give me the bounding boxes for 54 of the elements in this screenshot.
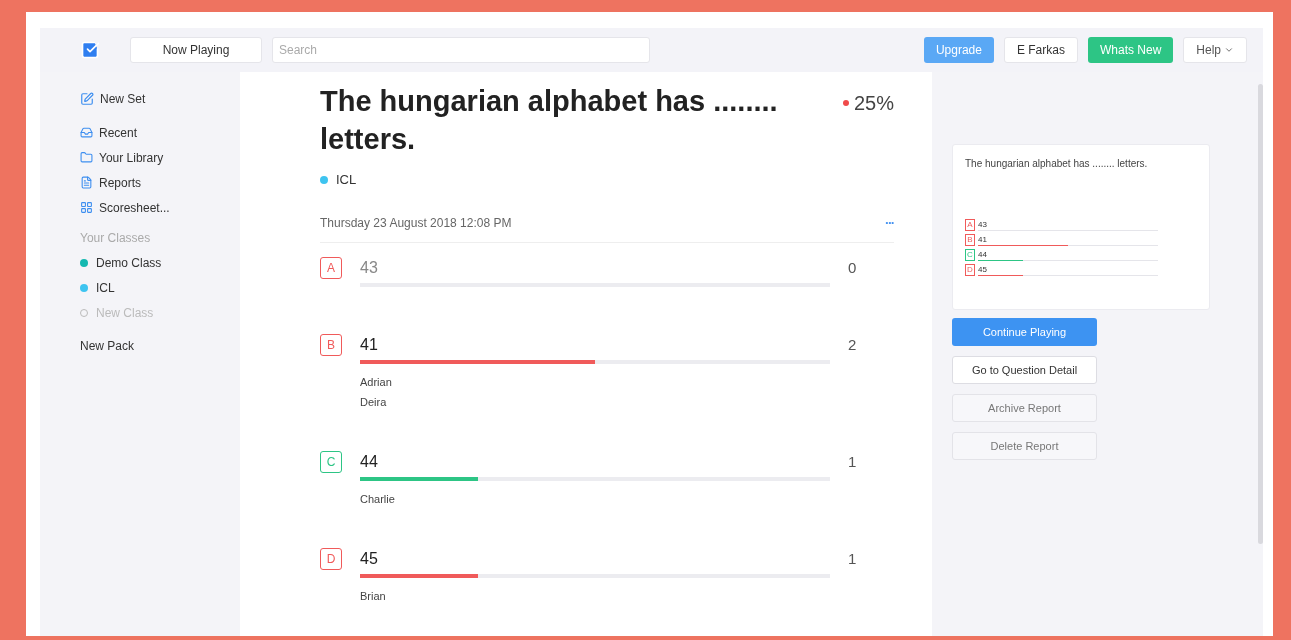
folder-icon bbox=[80, 151, 93, 164]
sidebar-item[interactable]: Recent bbox=[80, 120, 240, 145]
class-item[interactable]: ICL bbox=[80, 275, 240, 300]
action-button[interactable]: Archive Report bbox=[952, 394, 1097, 422]
question-title: The hungarian alphabet has ........ letters. bbox=[320, 84, 779, 157]
header-button[interactable]: E Farkas bbox=[1003, 37, 1078, 63]
edit-icon bbox=[80, 92, 94, 106]
student-name: Deira bbox=[360, 394, 388, 410]
answer-count: 0 bbox=[848, 257, 857, 278]
answer-letter: C bbox=[320, 450, 342, 473]
answer-text: 41 bbox=[360, 334, 379, 355]
action-button[interactable]: Delete Report bbox=[952, 432, 1097, 460]
preview-answer-letter: D bbox=[965, 264, 975, 276]
sidebar-item[interactable]: Your Library bbox=[80, 145, 240, 170]
answer-letter: D bbox=[320, 547, 342, 570]
answer-text: 44 bbox=[360, 451, 379, 472]
answer-text: 45 bbox=[360, 548, 379, 569]
preview-title: The hungarian alphabet has ........ letters. bbox=[965, 157, 1149, 171]
student-name: Charlie bbox=[360, 491, 396, 507]
answer-text: 43 bbox=[360, 257, 379, 278]
preview-answer-text: 43 bbox=[978, 220, 988, 230]
report-date: Thursday 23 August 2018 12:08 PM bbox=[320, 214, 512, 232]
answer-count: 1 bbox=[848, 548, 857, 569]
answer-letter: B bbox=[320, 333, 342, 356]
preview-answer-letter: C bbox=[965, 249, 975, 261]
action-button[interactable]: Go to Question Detail bbox=[952, 356, 1097, 384]
chevron-icon bbox=[1224, 45, 1234, 55]
sidebar-item[interactable]: Scoresheet... bbox=[80, 195, 240, 220]
sidebar-item[interactable]: New Set bbox=[80, 88, 240, 110]
preview-answer-letter: A bbox=[965, 219, 975, 231]
preview-answer-text: 45 bbox=[978, 265, 988, 275]
inbox-icon bbox=[80, 126, 93, 139]
sidebar-item[interactable]: New Pack bbox=[80, 335, 240, 357]
grid-icon bbox=[80, 201, 93, 214]
student-name: Brian bbox=[360, 588, 387, 604]
preview-answer-text: 41 bbox=[978, 235, 988, 245]
preview-answer-text: 44 bbox=[978, 250, 988, 260]
logo-icon[interactable] bbox=[80, 40, 100, 60]
answer-count: 1 bbox=[848, 451, 857, 472]
question-preview-card[interactable]: The hungarian alphabet has ........ letters. A 43 B 41 C 44 D 45 bbox=[952, 144, 1210, 310]
class-label: ICL bbox=[336, 171, 357, 189]
class-item[interactable]: Demo Class bbox=[80, 250, 240, 275]
score-percent: 25% bbox=[853, 91, 894, 116]
document-icon bbox=[80, 176, 93, 189]
search-field[interactable]: Search bbox=[272, 37, 650, 63]
preview-answer-letter: B bbox=[965, 234, 975, 246]
answer-letter: A bbox=[320, 256, 342, 279]
sidebar-item[interactable]: Reports bbox=[80, 170, 240, 195]
help-menu[interactable]: Help bbox=[1183, 37, 1247, 63]
scrollbar[interactable] bbox=[1258, 84, 1263, 544]
now-playing-button[interactable]: Now Playing bbox=[130, 37, 262, 63]
section-heading: Your Classes bbox=[80, 230, 152, 247]
answer-count: 2 bbox=[848, 334, 857, 355]
student-name: Adrian bbox=[360, 374, 393, 390]
